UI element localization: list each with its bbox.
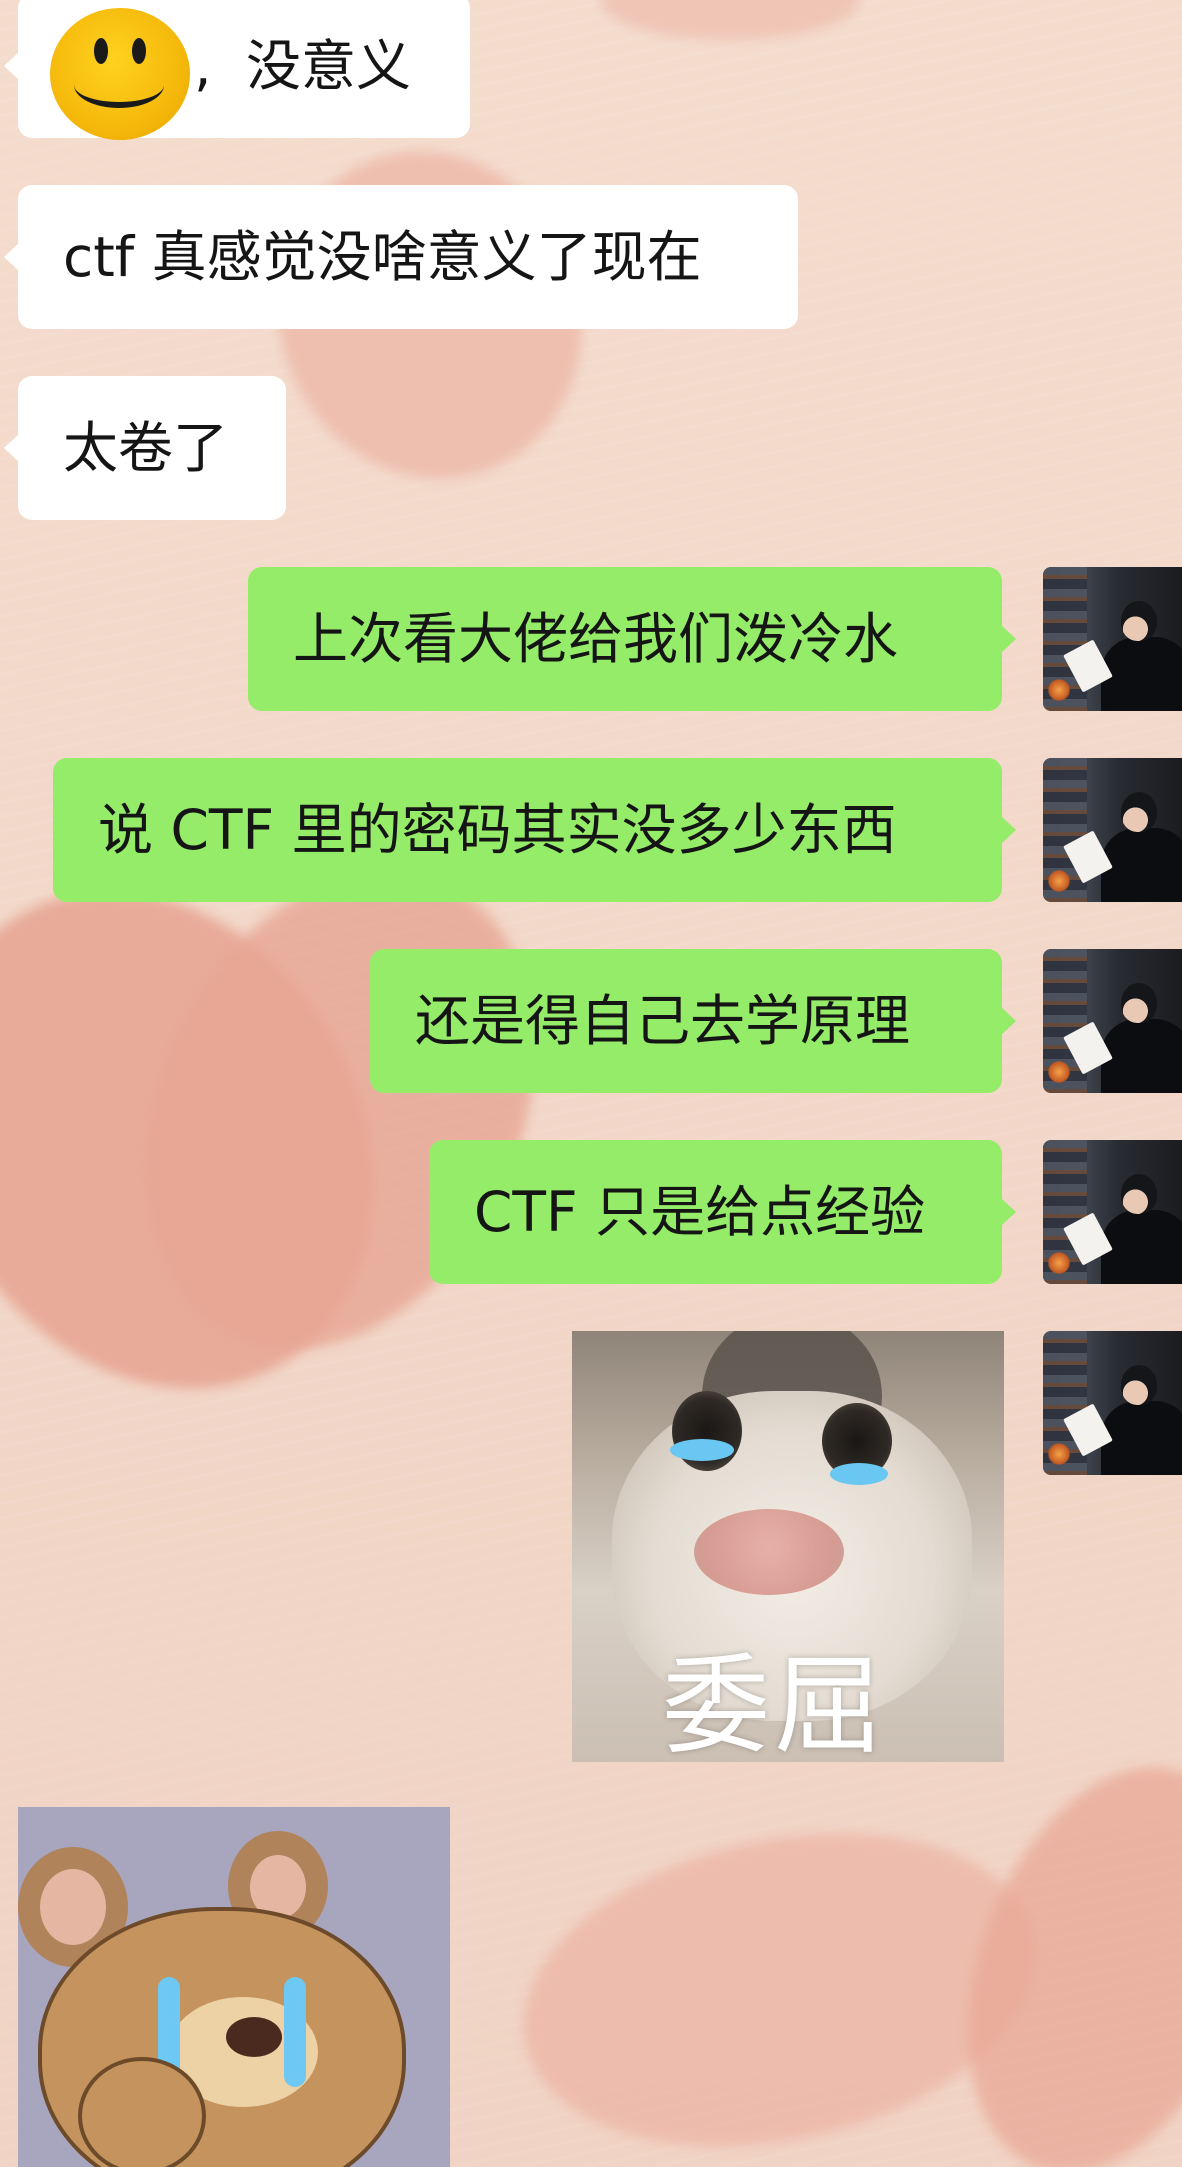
sticker-caption: 委屈 [662, 1644, 887, 1762]
message-text: CTF 只是给点经验 [474, 1180, 926, 1244]
outgoing-message-bubble[interactable]: 上次看大佬给我们泼冷水 [248, 567, 1016, 711]
lamp-graphic [1047, 1061, 1071, 1083]
user-avatar[interactable] [1043, 567, 1182, 711]
person-graphic [1101, 1401, 1182, 1475]
smiley-right-eye [132, 38, 146, 64]
mouse-left-ear-inner [40, 1869, 106, 1945]
outgoing-message-bubble[interactable]: CTF 只是给点经验 [429, 1140, 1016, 1284]
lamp-graphic [1047, 1443, 1071, 1465]
teardrop-icon [670, 1439, 734, 1461]
person-graphic [1101, 1210, 1182, 1284]
person-head-graphic [1121, 1174, 1157, 1214]
incoming-message-bubble[interactable]: ctf 真感觉没啥意义了现在 [4, 185, 798, 329]
person-head-graphic [1121, 983, 1157, 1023]
incoming-message-bubble[interactable]: 太卷了 [4, 376, 286, 520]
lamp-graphic [1047, 679, 1071, 701]
person-head-graphic [1121, 1365, 1157, 1405]
crying-jerry-mouse-sticker[interactable] [18, 1807, 450, 2167]
message-text: 上次看大佬给我们泼冷水 [293, 607, 899, 671]
person-graphic [1101, 1019, 1182, 1093]
message-text: ctf 真感觉没啥意义了现在 [63, 225, 702, 289]
mouse-hand [78, 2057, 206, 2167]
message-text: 说 CTF 里的密码其实没多少东西 [98, 798, 897, 862]
smiley-mouth [74, 62, 164, 108]
sticker-separator: , [194, 34, 212, 98]
lamp-graphic [1047, 1252, 1071, 1274]
user-avatar[interactable] [1043, 1140, 1182, 1284]
message-list[interactable]: , 没意义 ctf 真感觉没啥意义了现在 太卷了 上次看大佬给我们泼冷水 说 C… [0, 0, 1182, 2167]
outgoing-message-bubble[interactable]: 说 CTF 里的密码其实没多少东西 [53, 758, 1016, 902]
teardrop-icon [830, 1463, 888, 1485]
crying-cat-sticker[interactable]: 委屈 [572, 1331, 1004, 1762]
person-head-graphic [1121, 792, 1157, 832]
user-avatar[interactable] [1043, 758, 1182, 902]
incoming-message-bubble[interactable]: , 没意义 [4, 0, 470, 140]
lamp-graphic [1047, 870, 1071, 892]
teardrop-icon [284, 1977, 306, 2087]
message-text: 太卷了 [63, 416, 229, 480]
user-avatar[interactable] [1043, 1331, 1182, 1475]
smiley-face-sticker [50, 8, 190, 140]
cat-nose [694, 1509, 844, 1595]
smiley-left-eye [94, 38, 108, 64]
mouse-mouth [226, 2017, 282, 2057]
message-text: 没意义 [246, 34, 412, 98]
person-graphic [1101, 828, 1182, 902]
user-avatar[interactable] [1043, 949, 1182, 1093]
message-text: 还是得自己去学原理 [415, 989, 911, 1053]
person-head-graphic [1121, 601, 1157, 641]
person-graphic [1101, 637, 1182, 711]
outgoing-message-bubble[interactable]: 还是得自己去学原理 [370, 949, 1016, 1093]
